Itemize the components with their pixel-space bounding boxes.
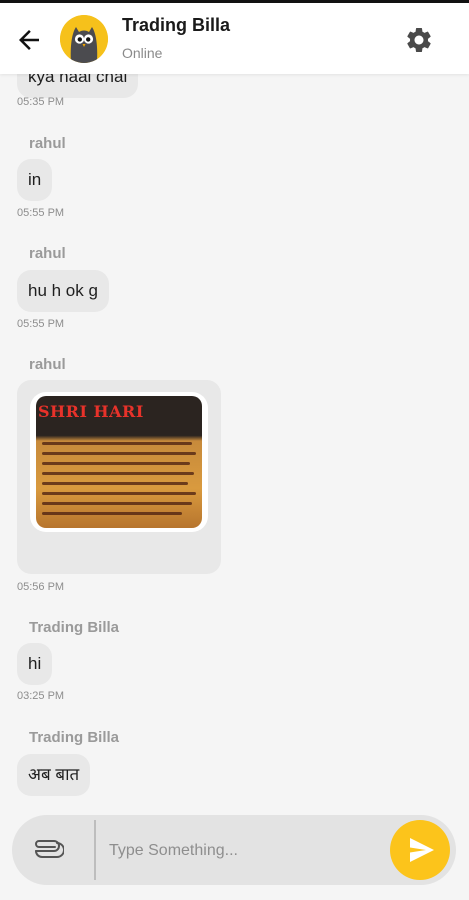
composer-divider bbox=[94, 820, 96, 880]
image-text-line bbox=[42, 442, 192, 445]
message-time: 05:56 PM bbox=[17, 581, 65, 593]
message-text: hu h ok g bbox=[28, 281, 98, 300]
image-frame: SHRI HARI bbox=[30, 392, 208, 532]
chat-header: Trading Billa Online bbox=[0, 0, 469, 74]
message-text: in bbox=[28, 170, 42, 189]
paperclip-icon bbox=[35, 840, 65, 858]
image-message-bubble[interactable]: SHRI HARI bbox=[17, 380, 221, 574]
message-composer bbox=[12, 815, 456, 885]
message-time: 03:25 PM bbox=[17, 690, 65, 702]
sender-name: Trading Billa bbox=[29, 729, 120, 746]
message-input[interactable] bbox=[107, 833, 381, 869]
message-bubble: अब बात bbox=[17, 754, 91, 796]
back-button[interactable] bbox=[14, 25, 44, 55]
message-list[interactable]: kya haal chal 05:35 PM rahul in 05:55 PM… bbox=[0, 74, 469, 814]
image-text-line bbox=[42, 502, 192, 505]
image-text-line bbox=[42, 512, 182, 515]
image-text-line bbox=[42, 482, 188, 485]
image-text-line bbox=[42, 462, 190, 465]
message-bubble: hi bbox=[17, 643, 53, 685]
online-status: Online bbox=[122, 45, 163, 61]
avatar[interactable] bbox=[60, 15, 108, 63]
chat-title: Trading Billa bbox=[122, 15, 231, 35]
message-text: kya haal chal bbox=[28, 74, 128, 86]
sender-name: rahul bbox=[29, 135, 66, 152]
message-bubble: hu h ok g bbox=[17, 270, 109, 312]
arrow-left-icon bbox=[19, 30, 39, 50]
message-text: hi bbox=[28, 654, 42, 673]
owl-avatar-icon bbox=[60, 15, 108, 63]
message-time: 05:35 PM bbox=[17, 96, 65, 108]
image-brand-text: SHRI HARI bbox=[38, 402, 144, 421]
attach-button[interactable] bbox=[32, 837, 65, 863]
message-time: 05:55 PM bbox=[17, 318, 65, 330]
image-text-line bbox=[42, 452, 196, 455]
shared-image[interactable]: SHRI HARI bbox=[36, 396, 202, 528]
send-button[interactable] bbox=[390, 820, 450, 880]
image-text-line bbox=[42, 492, 196, 495]
send-icon bbox=[410, 838, 434, 862]
sender-name: rahul bbox=[29, 245, 66, 262]
sender-name: rahul bbox=[29, 356, 66, 373]
sender-name: Trading Billa bbox=[29, 619, 120, 636]
message-bubble: kya haal chal bbox=[17, 74, 139, 98]
message-text: अब बात bbox=[28, 765, 80, 784]
gear-icon bbox=[407, 27, 431, 52]
message-time: 05:55 PM bbox=[17, 207, 65, 219]
message-bubble: in bbox=[17, 159, 53, 201]
settings-button[interactable] bbox=[404, 25, 434, 55]
image-text-line bbox=[42, 472, 194, 475]
